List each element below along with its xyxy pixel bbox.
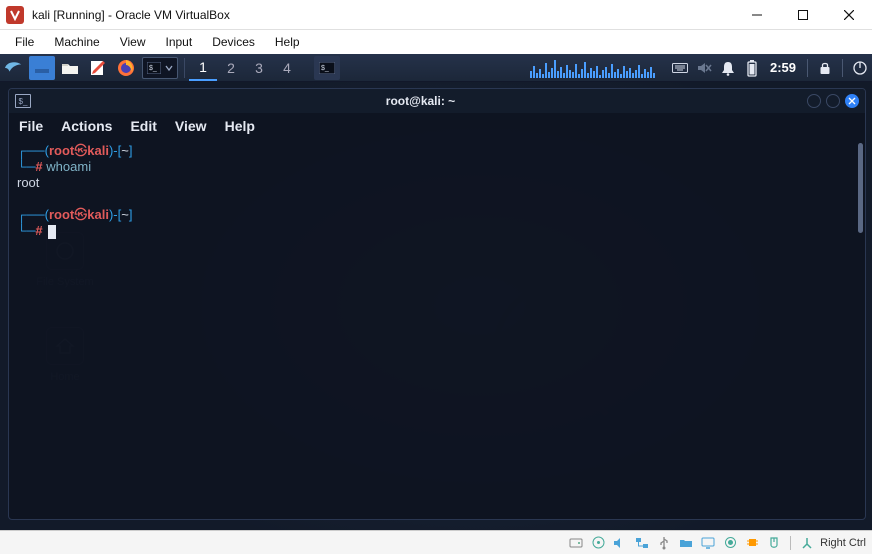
- battery-icon[interactable]: [740, 59, 764, 77]
- host-maximize-button[interactable]: [780, 0, 826, 30]
- vb-status-audio-icon[interactable]: [611, 535, 629, 551]
- vb-status-display-icon[interactable]: [699, 535, 717, 551]
- term-menu-view[interactable]: View: [175, 118, 207, 134]
- workspace-1[interactable]: 1: [189, 55, 217, 81]
- taskbar-terminal-button[interactable]: $_: [314, 56, 340, 80]
- terminal-scrollbar[interactable]: [858, 143, 863, 233]
- vb-status-hostkey-label: Right Ctrl: [820, 537, 866, 549]
- vb-status-mouse-icon[interactable]: [765, 535, 783, 551]
- volume-muted-icon[interactable]: [692, 61, 716, 75]
- terminal-output-1: root: [17, 175, 857, 191]
- kali-menu-icon[interactable]: [0, 54, 28, 82]
- term-menu-edit[interactable]: Edit: [130, 118, 156, 134]
- terminal-menubar: File Actions Edit View Help: [9, 113, 865, 139]
- vb-status-recording-icon[interactable]: [721, 535, 739, 551]
- vb-status-network-icon[interactable]: [633, 535, 651, 551]
- terminal-window-icon: $_: [15, 94, 31, 108]
- workspace-2[interactable]: 2: [217, 55, 245, 81]
- firefox-icon[interactable]: [113, 56, 139, 80]
- term-menu-help[interactable]: Help: [225, 118, 255, 134]
- vb-status-optical-icon[interactable]: [589, 535, 607, 551]
- lock-icon[interactable]: [813, 61, 837, 75]
- workspace-3[interactable]: 3: [245, 55, 273, 81]
- term-menu-actions[interactable]: Actions: [61, 118, 112, 134]
- terminal-maximize-button[interactable]: [826, 94, 840, 108]
- terminal-body[interactable]: ┌──(root㉿kali)-[~] └─# whoami root ┌──(r…: [9, 139, 865, 519]
- vb-status-cpu-icon[interactable]: [743, 535, 761, 551]
- vb-menu-input[interactable]: Input: [157, 32, 202, 52]
- file-manager-icon[interactable]: [57, 56, 83, 80]
- cpu-graph[interactable]: [528, 58, 668, 78]
- notifications-icon[interactable]: [716, 60, 740, 76]
- vb-menu-file[interactable]: File: [6, 32, 43, 52]
- kali-desktop: File System Home $_ root@kali: ~ File Ac…: [0, 82, 872, 530]
- power-icon[interactable]: [848, 60, 872, 76]
- host-window-titlebar: kali [Running] - Oracle VM VirtualBox: [0, 0, 872, 30]
- vb-statusbar: Right Ctrl: [0, 530, 872, 554]
- vb-menubar: File Machine View Input Devices Help: [0, 30, 872, 54]
- host-window-title: kali [Running] - Oracle VM VirtualBox: [32, 8, 230, 22]
- terminal-command-1: whoami: [46, 159, 91, 174]
- show-desktop-icon[interactable]: [29, 56, 55, 80]
- vb-menu-devices[interactable]: Devices: [203, 32, 264, 52]
- vb-status-usb-icon[interactable]: [655, 535, 673, 551]
- clock[interactable]: 2:59: [764, 60, 802, 75]
- virtualbox-icon: [6, 6, 24, 24]
- svg-text:$_: $_: [149, 65, 157, 72]
- vb-status-hostkey-icon[interactable]: [798, 535, 816, 551]
- vb-menu-view[interactable]: View: [111, 32, 155, 52]
- vb-status-shared-folders-icon[interactable]: [677, 535, 695, 551]
- host-close-button[interactable]: [826, 0, 872, 30]
- keyboard-icon[interactable]: [668, 62, 692, 74]
- term-menu-file[interactable]: File: [19, 118, 43, 134]
- vb-status-harddisk-icon[interactable]: [567, 535, 585, 551]
- terminal-minimize-button[interactable]: [807, 94, 821, 108]
- vb-menu-help[interactable]: Help: [266, 32, 309, 52]
- terminal-titlebar[interactable]: $_ root@kali: ~: [9, 89, 865, 113]
- terminal-close-button[interactable]: [845, 94, 859, 108]
- terminal-launcher[interactable]: $_: [142, 57, 178, 79]
- workspace-4[interactable]: 4: [273, 55, 301, 81]
- vb-menu-machine[interactable]: Machine: [45, 32, 108, 52]
- terminal-window: $_ root@kali: ~ File Actions Edit View H…: [8, 88, 866, 520]
- terminal-cursor: [48, 225, 56, 239]
- terminal-title: root@kali: ~: [39, 94, 802, 108]
- text-editor-icon[interactable]: [85, 56, 111, 80]
- kali-top-panel: $_ 1 2 3 4 $_ 2:59: [0, 54, 872, 82]
- host-minimize-button[interactable]: [734, 0, 780, 30]
- chevron-down-icon: [165, 64, 173, 72]
- svg-text:$_: $_: [321, 65, 329, 72]
